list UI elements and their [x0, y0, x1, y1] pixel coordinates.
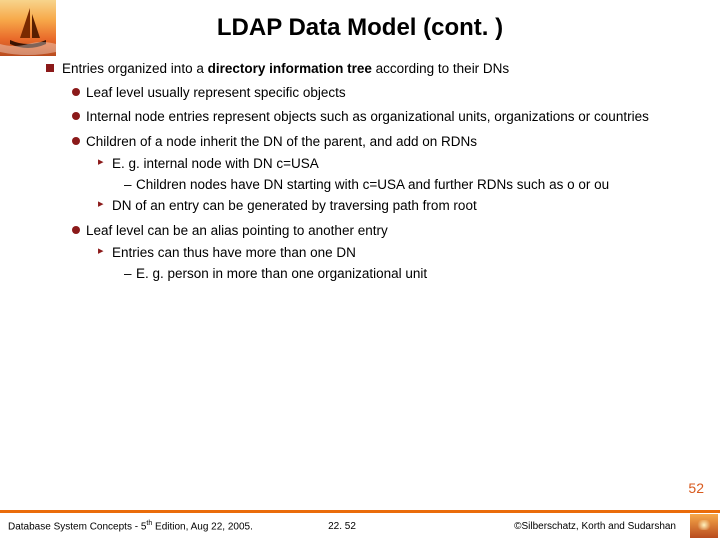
footer-left: Database System Concepts - 5th Edition, …: [8, 520, 328, 532]
bullet-eg-usa: E. g. internal node with DN c=USA: [28, 155, 692, 173]
bullet-intro: Entries organized into a directory infor…: [28, 60, 692, 78]
intro-bold: directory information tree: [208, 61, 372, 76]
bullet-internal-nodes: Internal node entries represent objects …: [28, 108, 692, 126]
slide-number: 52: [688, 480, 704, 496]
intro-pre: Entries organized into a: [62, 61, 208, 76]
bullet-children-inherit: Children of a node inherit the DN of the…: [28, 133, 692, 151]
slide-title: LDAP Data Model (cont. ): [0, 0, 720, 60]
logo-top: [0, 0, 56, 56]
footer: Database System Concepts - 5th Edition, …: [0, 510, 720, 540]
logo-bottom: [690, 514, 718, 538]
intro-post: according to their DNs: [372, 61, 509, 76]
sailboat-icon: [0, 0, 56, 56]
bullet-children-usa: Children nodes have DN starting with c=U…: [28, 176, 692, 194]
footer-right: ©Silberschatz, Korth and Sudarshan: [356, 521, 712, 532]
bullet-dn-traverse: DN of an entry can be generated by trave…: [28, 197, 692, 215]
bullet-person-multi-ou: E. g. person in more than one organizati…: [28, 265, 692, 283]
bullet-leaf-alias: Leaf level can be an alias pointing to a…: [28, 222, 692, 240]
bullet-leaf-objects: Leaf level usually represent specific ob…: [28, 84, 692, 102]
footer-center: 22. 52: [328, 521, 356, 532]
slide-content: Entries organized into a directory infor…: [0, 60, 720, 283]
bullet-multiple-dn: Entries can thus have more than one DN: [28, 244, 692, 262]
footer-left-pre: Database System Concepts - 5: [8, 522, 146, 533]
footer-left-post: Edition, Aug 22, 2005.: [152, 522, 253, 533]
